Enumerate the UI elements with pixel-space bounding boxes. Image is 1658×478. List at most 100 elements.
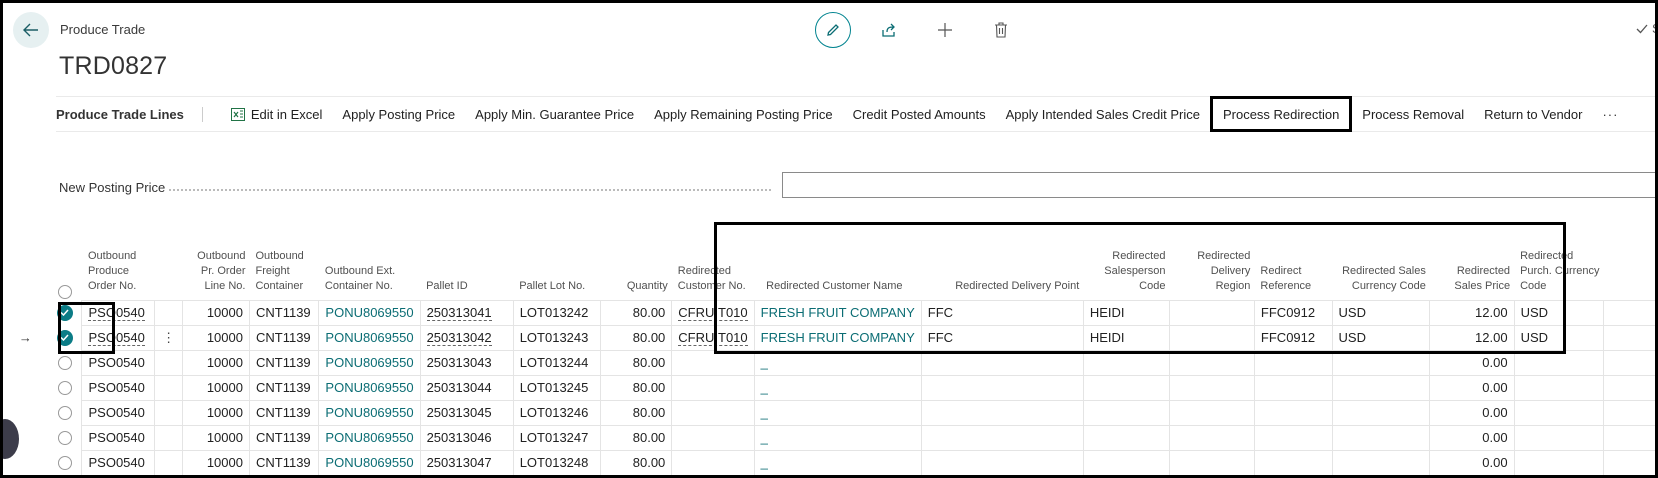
col-header-redir-price[interactable]: Redirected Sales Price (1430, 243, 1514, 300)
cell-redir-purch-currency[interactable] (1513, 449, 1605, 475)
cell-redir-salesperson[interactable] (1082, 399, 1170, 426)
col-header-freight[interactable]: Outbound Freight Container (249, 243, 318, 300)
table-row[interactable]: → PSO0540 ⋮ 10000 CNT1139 PONU8069550 25031304… (3, 324, 1655, 351)
cell-redir-cust-name-value[interactable]: _ (761, 430, 768, 445)
cell-redir-purch-currency[interactable] (1513, 424, 1605, 451)
cell-quantity[interactable]: 80.00 (599, 399, 673, 426)
table-row[interactable]: PSO0540 10000 CNT1139 PONU8069550 250313046 L… (3, 424, 1655, 451)
cell-order-no[interactable]: PSO0540 (81, 374, 156, 401)
cell-pallet-id[interactable]: 250313041 (419, 299, 514, 326)
process-redirection-button[interactable]: Process Redirection (1209, 96, 1353, 132)
cell-redir-price[interactable]: 0.00 (1429, 399, 1515, 426)
cell-redir-purch-currency[interactable] (1513, 399, 1605, 426)
cell-redir-currency[interactable]: USD (1331, 324, 1431, 351)
cell-row-menu[interactable] (154, 424, 183, 451)
row-select-radio[interactable] (57, 406, 72, 421)
cell-pallet-id[interactable]: 250313045 (419, 399, 514, 426)
cell-order-no[interactable]: PSO0540 (81, 349, 156, 376)
cell-quantity[interactable]: 80.00 (599, 424, 673, 451)
edit-button[interactable] (815, 12, 851, 48)
cell-ext-container-value[interactable]: PONU8069550 (325, 305, 413, 320)
cell-freight[interactable]: CNT1139 (248, 449, 320, 475)
cell-ext-container-value[interactable]: PONU8069550 (325, 455, 413, 470)
cell-redir-cust-name-value[interactable]: FRESH FRUIT COMPANY (761, 330, 915, 345)
credit-posted-amounts-button[interactable]: Credit Posted Amounts (843, 96, 996, 132)
col-header-redir-region[interactable]: Redirected Delivery Region (1169, 243, 1254, 300)
cell-ext-container-value[interactable]: PONU8069550 (325, 355, 413, 370)
cell-order-no[interactable]: PSO0540 (81, 424, 156, 451)
cell-redir-delivery-point[interactable]: FFC (920, 324, 1084, 351)
cell-pallet-id[interactable]: 250313043 (419, 349, 514, 376)
cell-redir-cust-name-value[interactable]: _ (761, 455, 768, 470)
cell-pallet-lot[interactable]: LOT013245 (512, 374, 601, 401)
cell-redir-reference[interactable] (1253, 374, 1333, 401)
cell-redir-delivery-point[interactable] (920, 449, 1084, 475)
cell-row-menu[interactable] (154, 299, 183, 326)
cell-ext-container[interactable]: PONU8069550 (318, 424, 421, 451)
cell-redir-cust-name[interactable]: _ (753, 424, 922, 451)
cell-redir-region[interactable] (1168, 324, 1255, 351)
cell-redir-cust-name[interactable]: _ (753, 374, 922, 401)
table-row[interactable]: PSO0540 10000 CNT1139 PONU8069550 250313047 L… (3, 449, 1655, 475)
cell-order-no[interactable]: PSO0540 (81, 449, 156, 475)
cell-redir-region[interactable] (1168, 374, 1255, 401)
apply-posting-price-button[interactable]: Apply Posting Price (332, 96, 465, 132)
apply-remaining-posting-price-button[interactable]: Apply Remaining Posting Price (644, 96, 842, 132)
row-select-radio[interactable] (57, 431, 72, 446)
cell-redir-price[interactable]: 0.00 (1429, 374, 1515, 401)
cell-redir-delivery-point[interactable] (920, 374, 1084, 401)
cell-redir-currency[interactable]: USD (1331, 299, 1431, 326)
cell-quantity[interactable]: 80.00 (599, 449, 673, 475)
cell-line-no[interactable]: 10000 (181, 374, 250, 401)
cell-redir-cust-name-value[interactable]: _ (761, 380, 768, 395)
cell-line-no[interactable]: 10000 (181, 399, 250, 426)
cell-ext-container[interactable]: PONU8069550 (318, 299, 421, 326)
cell-pallet-id[interactable]: 250313046 (419, 424, 514, 451)
cell-pallet-lot[interactable]: LOT013247 (512, 424, 601, 451)
row-select-cell[interactable] (48, 425, 82, 450)
cell-redir-delivery-point[interactable] (920, 349, 1084, 376)
cell-line-no[interactable]: 10000 (181, 324, 250, 351)
col-header-pallet-id[interactable]: Pallet ID (420, 243, 513, 300)
col-header-line-no[interactable]: Outbound Pr. Order Line No. (182, 243, 249, 300)
cell-redir-cust-name[interactable]: _ (753, 349, 922, 376)
cell-pallet-lot[interactable]: LOT013243 (512, 324, 601, 351)
cell-row-menu[interactable] (154, 399, 183, 426)
col-header-redir-cust-no[interactable]: Redirected Customer No. (672, 243, 754, 300)
section-title[interactable]: Produce Trade Lines (56, 106, 203, 122)
cell-pallet-lot[interactable]: LOT013246 (512, 399, 601, 426)
cell-quantity[interactable]: 80.00 (599, 299, 673, 326)
row-select-cell[interactable] (48, 300, 82, 325)
cell-redir-region[interactable] (1168, 299, 1255, 326)
back-button[interactable] (13, 12, 49, 48)
row-checked-icon[interactable] (56, 304, 73, 321)
row-select-cell[interactable] (48, 400, 82, 425)
cell-redir-currency[interactable] (1331, 424, 1431, 451)
cell-redir-reference[interactable] (1253, 424, 1333, 451)
breadcrumb[interactable]: Produce Trade (60, 22, 145, 37)
cell-order-no[interactable]: PSO0540 (81, 299, 156, 326)
cell-pallet-id[interactable]: 250313042 (419, 324, 514, 351)
table-row[interactable]: PSO0540 10000 CNT1139 PONU8069550 250313045 L… (3, 399, 1655, 426)
select-all-radio[interactable] (57, 285, 72, 300)
more-actions-button[interactable]: ··· (1592, 107, 1628, 122)
cell-redir-price[interactable]: 12.00 (1429, 324, 1515, 351)
row-select-radio[interactable] (57, 356, 72, 371)
cell-freight[interactable]: CNT1139 (248, 399, 320, 426)
cell-redir-cust-name-value[interactable]: _ (761, 405, 768, 420)
cell-row-menu[interactable] (154, 349, 183, 376)
cell-redir-purch-currency[interactable] (1513, 349, 1605, 376)
cell-row-menu[interactable]: ⋮ (154, 324, 183, 351)
cell-order-no[interactable]: PSO0540 (81, 324, 156, 351)
cell-line-no[interactable]: 10000 (181, 349, 250, 376)
cell-redir-cust-name-value[interactable]: FRESH FRUIT COMPANY (761, 305, 915, 320)
cell-ext-container-value[interactable]: PONU8069550 (325, 405, 413, 420)
cell-redir-salesperson[interactable] (1082, 424, 1170, 451)
cell-row-menu[interactable] (154, 449, 183, 475)
cell-redir-delivery-point[interactable] (920, 424, 1084, 451)
cell-redir-salesperson[interactable] (1082, 449, 1170, 475)
cell-ext-container-value[interactable]: PONU8069550 (325, 430, 413, 445)
cell-freight[interactable]: CNT1139 (248, 424, 320, 451)
cell-redir-region[interactable] (1168, 349, 1255, 376)
cell-freight[interactable]: CNT1139 (248, 349, 320, 376)
